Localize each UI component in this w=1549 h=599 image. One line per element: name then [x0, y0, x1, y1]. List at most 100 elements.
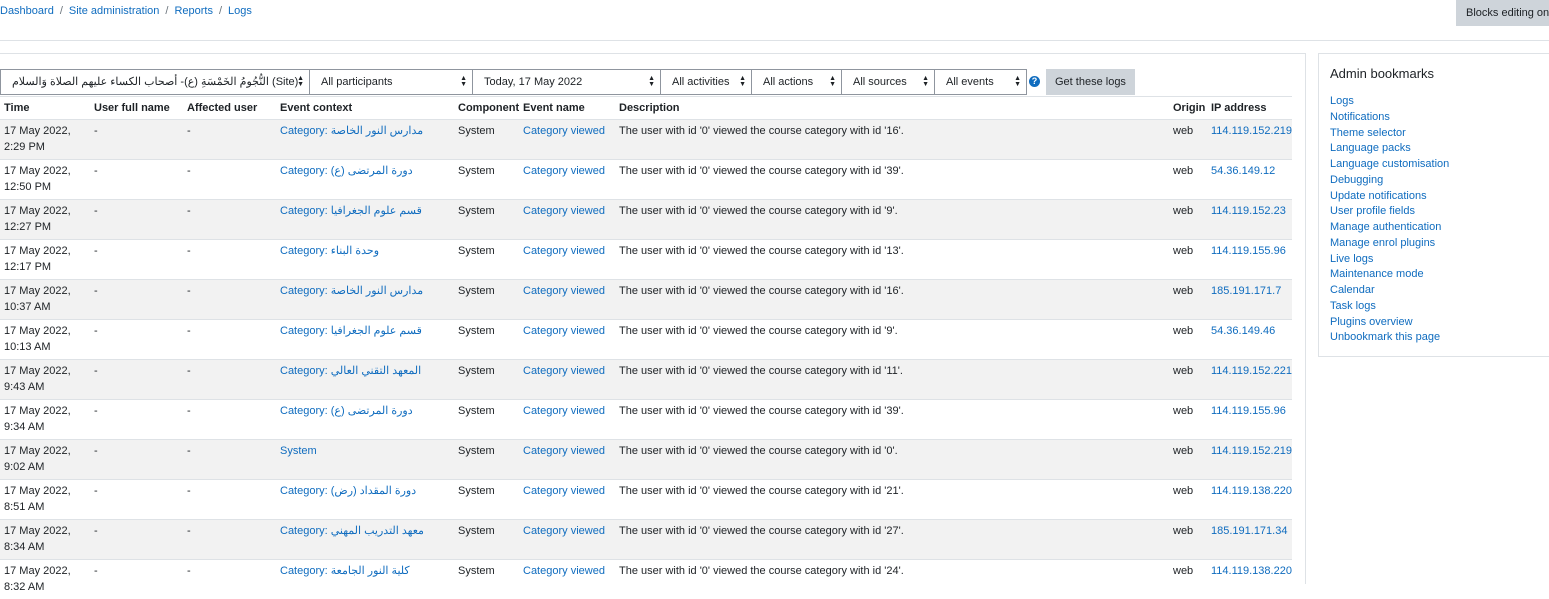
cell-user-full-name: -	[90, 120, 183, 160]
column-header-affected-user[interactable]: Affected user	[183, 97, 276, 120]
ip-address-link[interactable]: 114.119.152.219	[1211, 445, 1292, 457]
ip-address-link[interactable]: 114.119.152.219	[1211, 125, 1292, 137]
activities-select[interactable]: All activities▲▼	[660, 69, 752, 95]
event-context-link[interactable]: System	[280, 445, 317, 457]
column-header-description[interactable]: Description	[615, 97, 1169, 120]
breadcrumb-logs[interactable]: Logs	[228, 5, 252, 17]
cell-description: The user with id '0' viewed the course c…	[615, 360, 1169, 400]
event-name-link[interactable]: Category viewed	[523, 485, 605, 497]
event-context-link[interactable]: Category: دورة المرتضى (ع)	[280, 165, 413, 177]
bookmark-link-live-logs[interactable]: Live logs	[1330, 253, 1373, 265]
bookmark-link-logs[interactable]: Logs	[1330, 95, 1354, 107]
bookmark-link-update-notifications[interactable]: Update notifications	[1330, 190, 1427, 202]
column-header-component[interactable]: Component	[454, 97, 519, 120]
bookmark-link-language-customisation[interactable]: Language customisation	[1330, 158, 1449, 170]
bookmark-link-plugins-overview[interactable]: Plugins overview	[1330, 316, 1413, 328]
ip-address-link[interactable]: 185.191.171.7	[1211, 285, 1281, 297]
list-item: Language customisation	[1330, 157, 1449, 173]
bookmark-link-manage-authentication[interactable]: Manage authentication	[1330, 221, 1441, 233]
ip-address-link[interactable]: 114.119.152.221	[1211, 365, 1292, 377]
event-name-link[interactable]: Category viewed	[523, 565, 605, 577]
event-name-link[interactable]: Category viewed	[523, 165, 605, 177]
ip-address-link[interactable]: 114.119.138.220	[1211, 485, 1292, 497]
ip-address-link[interactable]: 114.119.155.96	[1211, 405, 1286, 417]
events-select[interactable]: All events▲▼	[934, 69, 1027, 95]
ip-address-link[interactable]: 114.119.155.96	[1211, 245, 1286, 257]
cell-affected-user: -	[183, 120, 276, 160]
time-date: 17 May 2022,	[4, 565, 71, 577]
ip-address-link[interactable]: 54.36.149.12	[1211, 165, 1275, 177]
bookmark-link-task-logs[interactable]: Task logs	[1330, 300, 1376, 312]
sources-select[interactable]: All sources▲▼	[841, 69, 935, 95]
event-context-link[interactable]: Category: دورة المقداد (رض)	[280, 485, 416, 497]
event-name-link[interactable]: Category viewed	[523, 445, 605, 457]
cell-affected-user: -	[183, 360, 276, 400]
ip-address-link[interactable]: 185.191.171.34	[1211, 525, 1287, 537]
column-header-event-name[interactable]: Event name	[519, 97, 615, 120]
time-clock: 12:27 PM	[4, 221, 51, 233]
participants-select[interactable]: All participants▲▼	[309, 69, 473, 95]
event-name-link[interactable]: Category viewed	[523, 325, 605, 337]
blocks-editing-button[interactable]: Blocks editing on	[1456, 0, 1549, 26]
actions-select[interactable]: All actions▲▼	[751, 69, 842, 95]
cell-affected-user: -	[183, 520, 276, 560]
event-name-link[interactable]: Category viewed	[523, 365, 605, 377]
cell-ip-address: 185.191.171.34	[1207, 520, 1292, 560]
event-context-link[interactable]: Category: دورة المرتضى (ع)	[280, 405, 413, 417]
event-context-link[interactable]: Category: المعهد التقني العالي	[280, 365, 421, 377]
event-context-link[interactable]: Category: مدارس النور الخاصة	[280, 125, 423, 137]
breadcrumb-dashboard[interactable]: Dashboard	[0, 5, 54, 17]
event-context-link[interactable]: Category: قسم علوم الجغرافيا	[280, 325, 422, 337]
event-name-link[interactable]: Category viewed	[523, 125, 605, 137]
course-select[interactable]: النُّجُومُ الخَمْسَةِ (ع)- أصحاب الكساء …	[0, 69, 310, 95]
cell-event-name: Category viewed	[519, 560, 615, 599]
ip-address-link[interactable]: 114.119.152.23	[1211, 205, 1286, 217]
event-name-link[interactable]: Category viewed	[523, 205, 605, 217]
cell-event-context: Category: مدارس النور الخاصة	[276, 120, 454, 160]
column-header-origin[interactable]: Origin	[1169, 97, 1207, 120]
event-context-link[interactable]: Category: كلية النور الجامعة	[280, 565, 410, 577]
time-clock: 10:13 AM	[4, 341, 50, 353]
cell-affected-user: -	[183, 240, 276, 280]
event-context-link[interactable]: Category: معهد التدريب المهني	[280, 525, 424, 537]
bookmark-link-maintenance-mode[interactable]: Maintenance mode	[1330, 268, 1424, 280]
list-item: Live logs	[1330, 252, 1449, 268]
date-select[interactable]: Today, 17 May 2022▲▼	[472, 69, 661, 95]
list-item: Plugins overview	[1330, 315, 1449, 331]
question-circle-icon[interactable]: ?	[1029, 76, 1040, 87]
bookmark-link-manage-enrol-plugins[interactable]: Manage enrol plugins	[1330, 237, 1435, 249]
cell-affected-user: -	[183, 200, 276, 240]
cell-description: The user with id '0' viewed the course c…	[615, 200, 1169, 240]
breadcrumb-site-administration[interactable]: Site administration	[69, 5, 160, 17]
column-header-event-context[interactable]: Event context	[276, 97, 454, 120]
time-clock: 8:51 AM	[4, 501, 44, 513]
get-these-logs-button[interactable]: Get these logs	[1046, 69, 1135, 95]
ip-address-link[interactable]: 114.119.138.220	[1211, 565, 1292, 577]
column-header-user-full-name[interactable]: User full name	[90, 97, 183, 120]
cell-origin: web	[1169, 400, 1207, 440]
ip-address-link[interactable]: 54.36.149.46	[1211, 325, 1275, 337]
cell-component: System	[454, 280, 519, 320]
event-name-link[interactable]: Category viewed	[523, 285, 605, 297]
breadcrumb-separator: /	[219, 5, 222, 17]
column-header-time[interactable]: Time	[0, 97, 90, 120]
cell-time: 17 May 2022,10:37 AM	[0, 280, 90, 320]
event-context-link[interactable]: Category: مدارس النور الخاصة	[280, 285, 423, 297]
table-row: 17 May 2022,12:17 PM--Category: وحدة الب…	[0, 240, 1292, 280]
column-header-ip-address[interactable]: IP address	[1207, 97, 1292, 120]
event-context-link[interactable]: Category: وحدة البناء	[280, 245, 379, 257]
event-name-link[interactable]: Category viewed	[523, 405, 605, 417]
bookmark-link-notifications[interactable]: Notifications	[1330, 111, 1390, 123]
cell-description: The user with id '0' viewed the course c…	[615, 160, 1169, 200]
list-item: Task logs	[1330, 299, 1449, 315]
bookmark-link-theme-selector[interactable]: Theme selector	[1330, 127, 1406, 139]
event-name-link[interactable]: Category viewed	[523, 525, 605, 537]
bookmark-link-language-packs[interactable]: Language packs	[1330, 142, 1411, 154]
bookmark-link-unbookmark-this-page[interactable]: Unbookmark this page	[1330, 331, 1440, 343]
bookmark-link-user-profile-fields[interactable]: User profile fields	[1330, 205, 1415, 217]
event-name-link[interactable]: Category viewed	[523, 245, 605, 257]
event-context-link[interactable]: Category: قسم علوم الجغرافيا	[280, 205, 422, 217]
breadcrumb-reports[interactable]: Reports	[174, 5, 213, 17]
bookmark-link-calendar[interactable]: Calendar	[1330, 284, 1375, 296]
bookmark-link-debugging[interactable]: Debugging	[1330, 174, 1383, 186]
